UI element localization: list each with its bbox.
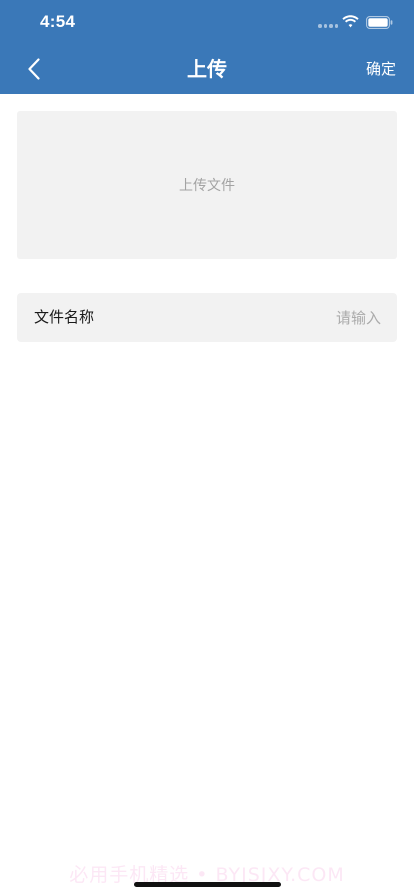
status-time: 4:54 (40, 12, 76, 31)
nav-bar: 上传 确定 (0, 44, 414, 94)
status-bar: 4:54 (0, 0, 414, 44)
battery-icon (366, 16, 393, 29)
confirm-button[interactable]: 确定 (366, 44, 396, 94)
upload-file-area[interactable]: 上传文件 (17, 111, 397, 259)
home-indicator (134, 882, 281, 887)
file-name-input[interactable] (181, 302, 381, 333)
signal-dots-icon (318, 24, 338, 28)
upload-file-label: 上传文件 (179, 178, 235, 194)
file-name-row: 文件名称 (17, 293, 397, 342)
upload-screen: 4:54 上传 确定 上传文件 文件名称 请输入 必用手机精选 • BYJSJX… (0, 0, 414, 896)
back-button[interactable] (18, 54, 50, 84)
file-name-label: 文件名称 (34, 308, 95, 326)
header: 4:54 上传 确定 (0, 0, 414, 94)
page-title: 上传 (187, 57, 227, 81)
chevron-left-icon (28, 58, 40, 80)
wifi-icon (342, 15, 359, 28)
